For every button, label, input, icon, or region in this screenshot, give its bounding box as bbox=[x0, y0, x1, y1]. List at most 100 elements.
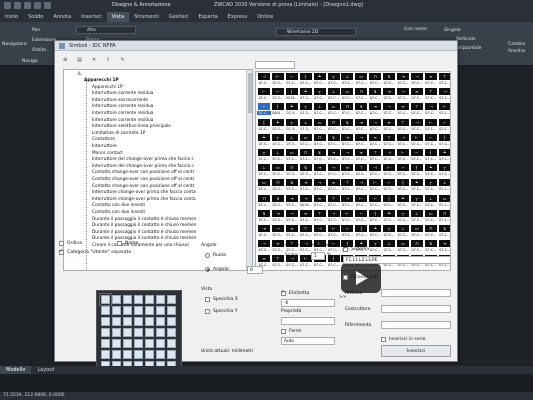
tree-item[interactable]: Apparecchi 1P bbox=[84, 78, 119, 84]
palette-symbol[interactable] bbox=[167, 339, 176, 348]
symbol-cell[interactable]: ⊓07-C... bbox=[340, 103, 354, 117]
proprieta-input[interactable] bbox=[281, 317, 335, 325]
symbol-cell[interactable]: ⊤ 07-C... bbox=[368, 149, 382, 163]
symbol-cell[interactable]: ⊣ 07-C... bbox=[354, 179, 368, 193]
symbol-cell[interactable]: ⊣ 07-C... bbox=[368, 164, 382, 178]
save-icon[interactable] bbox=[24, 2, 31, 9]
tree-item[interactable]: Contatto con due innesti bbox=[92, 203, 145, 209]
ruota-radio[interactable] bbox=[205, 253, 210, 258]
symbol-cell[interactable]: ⊣ 07-C... bbox=[257, 73, 271, 87]
symbol-cell[interactable]: ┬ 07-3... bbox=[299, 103, 313, 117]
tree-item[interactable]: Apparecchi 1P bbox=[92, 85, 123, 91]
delete-icon[interactable]: ✕ bbox=[92, 57, 96, 63]
palette-symbol[interactable] bbox=[145, 328, 154, 337]
symbol-cell[interactable]: ⊥07-C... bbox=[438, 179, 450, 193]
symbol-cell[interactable]: ⊸07-C... bbox=[354, 133, 368, 148]
symbol-cell[interactable]: ⊣ 07-C... bbox=[327, 209, 341, 224]
tile-vertical[interactable]: Verticale bbox=[456, 37, 476, 42]
palette-symbol[interactable] bbox=[101, 317, 110, 326]
symbol-cell[interactable]: ↯07-C... bbox=[354, 103, 368, 117]
symbol-cell[interactable]: ┬07-C... bbox=[313, 88, 327, 102]
viewport-singolo[interactable]: Singolo bbox=[444, 28, 461, 33]
symbol-cell[interactable]: ⊓07-C... bbox=[271, 179, 285, 193]
grid-search-field[interactable] bbox=[255, 61, 295, 69]
specchia-y-checkbox[interactable] bbox=[205, 309, 210, 314]
symbol-cell[interactable]: ⊢ 07-C... bbox=[410, 133, 424, 148]
tree-item[interactable]: Durante il passaggio il contatto è chius… bbox=[92, 223, 197, 229]
tree-item[interactable]: Interruttore corrente residua bbox=[92, 118, 153, 124]
symbol-cell[interactable]: ↯07-C... bbox=[271, 194, 285, 209]
symbol-cell[interactable]: ┬07-C... bbox=[396, 209, 410, 224]
symbol-cell[interactable]: ╧07-C... bbox=[382, 209, 396, 224]
symbol-cell[interactable]: ╧07-C... bbox=[313, 73, 327, 87]
symbol-cell[interactable]: ⇥07-C... bbox=[438, 240, 450, 254]
symbol-cell[interactable]: ┤07-C... bbox=[257, 118, 271, 133]
symbol-cell[interactable]: ≡ 07-C... bbox=[313, 194, 327, 209]
palette-symbol[interactable] bbox=[156, 350, 165, 359]
view-dropdown[interactable]: Alto bbox=[76, 26, 136, 34]
symbol-cell[interactable]: ┬07-C... bbox=[368, 240, 382, 254]
symbol-cell[interactable]: ⊸07-C... bbox=[327, 164, 341, 178]
palette-symbol[interactable] bbox=[112, 350, 121, 359]
sistema-checkbox[interactable] bbox=[343, 245, 348, 252]
symbol-cell[interactable]: ↯ 07-3... bbox=[299, 164, 313, 178]
tree-item[interactable]: Interruttore sovracorrente bbox=[92, 98, 148, 104]
symbol-cell[interactable]: ╧ 07-3... bbox=[285, 103, 299, 117]
undo-icon[interactable] bbox=[34, 2, 41, 9]
symbol-cell[interactable]: ≡ 07-C... bbox=[396, 103, 410, 117]
symbol-cell[interactable]: ⊢ 07-C... bbox=[382, 164, 396, 178]
symbol-cell[interactable]: ┬07-C... bbox=[438, 164, 450, 178]
symbol-cell[interactable]: ⇥07-C... bbox=[327, 149, 341, 163]
symbol-cell[interactable]: ⊓07-C... bbox=[299, 149, 313, 163]
symbol-cell[interactable]: ⊣ 07-C... bbox=[410, 118, 424, 133]
symbol-cell[interactable]: ⊣ 07-C... bbox=[424, 103, 438, 117]
tab-model[interactable]: Modello bbox=[0, 366, 32, 374]
open-icon[interactable] bbox=[14, 2, 21, 9]
up-icon[interactable]: ⇧ bbox=[106, 57, 110, 63]
palette-symbol[interactable] bbox=[101, 350, 110, 359]
tree-item[interactable]: Interruttore change-over prima che facci… bbox=[92, 190, 196, 196]
symbol-cell[interactable]: ≡ 07-C... bbox=[354, 149, 368, 163]
palette-symbol[interactable] bbox=[156, 317, 165, 326]
symbol-cell[interactable]: ⊤ 07-C... bbox=[313, 209, 327, 224]
angolo-input[interactable]: 0 bbox=[247, 266, 263, 274]
symbol-cell[interactable]: ⊸07-C... bbox=[368, 118, 382, 133]
symbol-cell[interactable]: ↯07-C... bbox=[313, 149, 327, 163]
palette-symbol[interactable] bbox=[156, 328, 165, 337]
symbol-cell[interactable]: ⊸07-C... bbox=[410, 73, 424, 87]
symbol-cell[interactable]: ╧07-C... bbox=[396, 194, 410, 209]
symbol-cell[interactable]: ⊣ 07-C... bbox=[313, 225, 327, 239]
symbol-cell[interactable]: ↯07-C... bbox=[424, 240, 438, 254]
symbol-cell[interactable]: ▭07-C... bbox=[285, 149, 299, 163]
symbol-cell[interactable]: ↯07-C... bbox=[285, 179, 299, 193]
symbol-cell[interactable]: ⊤ 07-C... bbox=[340, 179, 354, 193]
symbol-cell[interactable]: ↯07-C... bbox=[368, 88, 382, 102]
symbol-cell[interactable]: ⊥07-C... bbox=[340, 73, 354, 87]
symbol-cell[interactable]: ↯07-C... bbox=[340, 118, 354, 133]
symbol-cell[interactable]: ⊤ 07-C... bbox=[396, 118, 410, 133]
visual-style-dropdown[interactable]: Wireframe 2D bbox=[276, 28, 356, 36]
palette-symbol[interactable] bbox=[145, 317, 154, 326]
tree-item[interactable]: Interruttore selettivo linea principale bbox=[92, 124, 171, 130]
symbol-cell[interactable]: ┤07-C... bbox=[396, 179, 410, 193]
tree-item[interactable]: Durante il passaggio il contatto è chius… bbox=[92, 230, 197, 236]
symbol-cell[interactable]: ┤07-C... bbox=[354, 225, 368, 239]
articolo-input[interactable] bbox=[381, 289, 451, 297]
palette-symbol[interactable] bbox=[112, 295, 121, 304]
symbol-cell[interactable]: ⊸07-C... bbox=[382, 103, 396, 117]
symbol-cell[interactable]: ⇥07-C... bbox=[382, 88, 396, 102]
angolo-radio[interactable] bbox=[205, 267, 210, 272]
symbol-cell[interactable]: ⊓07-C... bbox=[313, 133, 327, 148]
symbol-cell[interactable]: ⊤ 07-C... bbox=[424, 88, 438, 102]
symbol-cell[interactable]: ┤07-C... bbox=[424, 149, 438, 163]
symbol-cell[interactable]: ⊤ 07-C... bbox=[410, 103, 424, 117]
symbol-cell[interactable]: ⊤ 07-C... bbox=[327, 194, 341, 209]
symbol-cell[interactable]: ⊓07-C... bbox=[424, 225, 438, 239]
symbol-cell[interactable]: ⊤ 07-C... bbox=[271, 255, 285, 269]
symbol-cell[interactable]: ⇥07-C... bbox=[313, 164, 327, 178]
symbol-cell[interactable]: ▭07-C... bbox=[424, 209, 438, 224]
ribbon-tab-strumenti[interactable]: Strumenti bbox=[129, 12, 164, 22]
palette-symbol[interactable] bbox=[145, 350, 154, 359]
category-checkbox[interactable] bbox=[59, 248, 64, 255]
symbol-cell[interactable]: ⊥07-C... bbox=[257, 164, 271, 178]
